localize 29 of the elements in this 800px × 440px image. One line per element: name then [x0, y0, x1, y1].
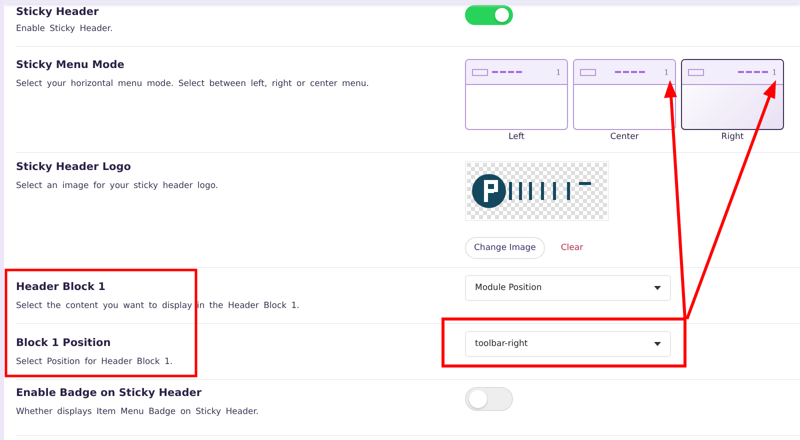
select-dropdown[interactable]: toolbar-right: [465, 331, 671, 357]
toggle-switch[interactable]: [465, 5, 513, 25]
setting-title: Sticky Header Logo: [16, 161, 132, 173]
setting-title: Header Block 1: [16, 281, 106, 293]
option-label: Center: [610, 132, 639, 142]
setting-title: Enable Badge on Sticky Header: [16, 387, 203, 399]
setting-description: Select an image for your sticky header logo.: [16, 181, 220, 191]
change-image-button[interactable]: Change Image: [465, 237, 545, 259]
option-label: Left: [508, 132, 524, 142]
badge-number: 1: [556, 68, 561, 76]
setting-description: Select the content you want to display in the Header Block 1.: [16, 301, 300, 311]
clear-button[interactable]: Clear: [560, 243, 584, 253]
option-label: Right: [721, 132, 744, 142]
select-dropdown[interactable]: Module Position: [465, 275, 671, 301]
menu-mode-option[interactable]: 1: [681, 59, 784, 130]
badge-number: 1: [664, 68, 669, 76]
caret-icon: [654, 286, 661, 290]
menu-mode-option[interactable]: 1: [573, 59, 676, 130]
toggle-switch[interactable]: [465, 387, 513, 411]
setting-title: Sticky Header: [16, 6, 100, 18]
badge-number: 1: [772, 68, 777, 76]
setting-description: Select Position for Header Block 1.: [16, 357, 174, 367]
setting-description: Whether displays Item Menu Badge on Sticky Header.: [16, 407, 260, 417]
setting-description: Enable Sticky Header.: [16, 24, 114, 34]
setting-title: Block 1 Position: [16, 337, 112, 349]
menu-mode-option[interactable]: 1: [465, 59, 568, 130]
setting-title: Sticky Menu Mode: [16, 59, 126, 71]
setting-description: Select your horizontal menu mode. Select between left, right or center menu.: [16, 79, 370, 89]
caret-icon: [654, 342, 661, 346]
